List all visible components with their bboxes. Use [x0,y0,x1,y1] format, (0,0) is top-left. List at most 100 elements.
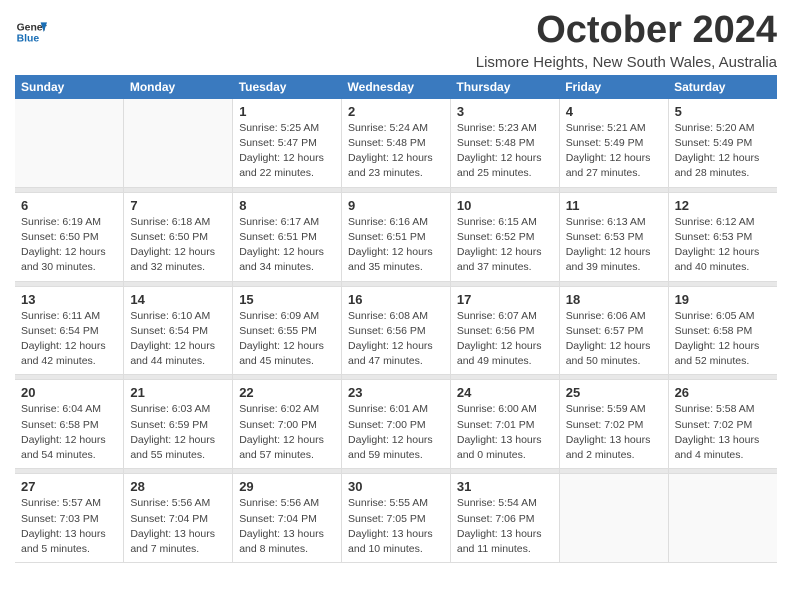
day-info: Sunrise: 5:54 AMSunset: 7:06 PMDaylight:… [457,496,553,557]
day-number: 4 [566,104,662,119]
calendar-cell: 21Sunrise: 6:03 AMSunset: 6:59 PMDayligh… [124,380,233,469]
day-header-wednesday: Wednesday [342,75,451,99]
day-number: 10 [457,198,553,213]
day-number: 2 [348,104,444,119]
svg-text:Blue: Blue [17,34,40,45]
day-info: Sunrise: 6:04 AMSunset: 6:58 PMDaylight:… [21,402,117,463]
day-header-monday: Monday [124,75,233,99]
calendar-cell: 1 Sunrise: 5:25 AMSunset: 5:47 PMDaylight… [233,99,342,187]
calendar-cell [668,474,777,563]
calendar-table: SundayMondayTuesdayWednesdayThursdayFrid… [15,75,777,563]
day-number: 25 [566,385,662,400]
calendar-cell: 5 Sunrise: 5:20 AMSunset: 5:49 PMDaylight… [668,99,777,187]
day-number: 13 [21,292,117,307]
day-number: 12 [675,198,771,213]
day-info: Sunrise: 6:15 AMSunset: 6:52 PMDaylight:… [457,215,553,276]
day-number: 22 [239,385,335,400]
calendar-cell: 4 Sunrise: 5:21 AMSunset: 5:49 PMDaylight… [559,99,668,187]
day-number: 29 [239,479,335,494]
calendar-cell: 3 Sunrise: 5:23 AMSunset: 5:48 PMDaylight… [450,99,559,187]
day-info: Sunrise: 6:08 AMSunset: 6:56 PMDaylight:… [348,309,444,370]
calendar-cell: 27Sunrise: 5:57 AMSunset: 7:03 PMDayligh… [15,474,124,563]
day-number: 8 [239,198,335,213]
day-info: Sunrise: 5:25 AMSunset: 5:47 PMDaylight:… [239,121,335,182]
calendar-cell: 11Sunrise: 6:13 AMSunset: 6:53 PMDayligh… [559,192,668,281]
calendar-cell: 10 Sunrise: 6:15 AMSunset: 6:52 PMDayligh… [450,192,559,281]
day-number: 28 [130,479,226,494]
day-info: Sunrise: 6:19 AMSunset: 6:50 PMDaylight:… [21,215,117,276]
day-number: 3 [457,104,553,119]
day-number: 15 [239,292,335,307]
day-info: Sunrise: 6:00 AMSunset: 7:01 PMDaylight:… [457,402,553,463]
calendar-cell: 29Sunrise: 5:56 AMSunset: 7:04 PMDayligh… [233,474,342,563]
calendar-cell: 30Sunrise: 5:55 AMSunset: 7:05 PMDayligh… [342,474,451,563]
day-info: Sunrise: 6:10 AMSunset: 6:54 PMDaylight:… [130,309,226,370]
day-info: Sunrise: 5:59 AMSunset: 7:02 PMDaylight:… [566,402,662,463]
month-title: October 2024 [476,10,777,52]
day-info: Sunrise: 6:09 AMSunset: 6:55 PMDaylight:… [239,309,335,370]
calendar-cell: 7 Sunrise: 6:18 AMSunset: 6:50 PMDaylight… [124,192,233,281]
calendar-week-3: 13 Sunrise: 6:11 AMSunset: 6:54 PMDayligh… [15,286,777,375]
logo-icon: General Blue [15,16,47,48]
day-header-sunday: Sunday [15,75,124,99]
header: General Blue October 2024 Lismore Height… [15,10,777,71]
day-info: Sunrise: 6:17 AMSunset: 6:51 PMDaylight:… [239,215,335,276]
day-info: Sunrise: 6:12 AMSunset: 6:53 PMDaylight:… [675,215,771,276]
calendar-cell: 6Sunrise: 6:19 AMSunset: 6:50 PMDaylight… [15,192,124,281]
day-header-friday: Friday [559,75,668,99]
day-info: Sunrise: 6:07 AMSunset: 6:56 PMDaylight:… [457,309,553,370]
calendar-cell: 2 Sunrise: 5:24 AMSunset: 5:48 PMDaylight… [342,99,451,187]
day-number: 7 [130,198,226,213]
day-number: 27 [21,479,117,494]
title-area: October 2024 Lismore Heights, New South … [476,10,777,71]
calendar-cell: 18 Sunrise: 6:06 AMSunset: 6:57 PMDayligh… [559,286,668,375]
calendar-cell: 20Sunrise: 6:04 AMSunset: 6:58 PMDayligh… [15,380,124,469]
day-info: Sunrise: 6:01 AMSunset: 7:00 PMDaylight:… [348,402,444,463]
day-info: Sunrise: 6:02 AMSunset: 7:00 PMDaylight:… [239,402,335,463]
calendar-cell: 14 Sunrise: 6:10 AMSunset: 6:54 PMDayligh… [124,286,233,375]
calendar-cell: 26Sunrise: 5:58 AMSunset: 7:02 PMDayligh… [668,380,777,469]
day-info: Sunrise: 6:11 AMSunset: 6:54 PMDaylight:… [21,309,117,370]
day-info: Sunrise: 6:06 AMSunset: 6:57 PMDaylight:… [566,309,662,370]
calendar-week-1: 1 Sunrise: 5:25 AMSunset: 5:47 PMDaylight… [15,99,777,187]
day-number: 18 [566,292,662,307]
calendar-cell [559,474,668,563]
day-info: Sunrise: 5:24 AMSunset: 5:48 PMDaylight:… [348,121,444,182]
calendar-cell: 15 Sunrise: 6:09 AMSunset: 6:55 PMDayligh… [233,286,342,375]
day-number: 21 [130,385,226,400]
day-info: Sunrise: 5:20 AMSunset: 5:49 PMDaylight:… [675,121,771,182]
day-number: 26 [675,385,771,400]
day-number: 11 [566,198,662,213]
calendar-week-5: 27Sunrise: 5:57 AMSunset: 7:03 PMDayligh… [15,474,777,563]
calendar-cell: 24 Sunrise: 6:00 AMSunset: 7:01 PMDayligh… [450,380,559,469]
calendar-cell: 16Sunrise: 6:08 AMSunset: 6:56 PMDayligh… [342,286,451,375]
day-number: 23 [348,385,444,400]
day-header-thursday: Thursday [450,75,559,99]
day-info: Sunrise: 5:23 AMSunset: 5:48 PMDaylight:… [457,121,553,182]
day-info: Sunrise: 5:21 AMSunset: 5:49 PMDaylight:… [566,121,662,182]
calendar-cell [124,99,233,187]
calendar-cell: 28Sunrise: 5:56 AMSunset: 7:04 PMDayligh… [124,474,233,563]
day-header-tuesday: Tuesday [233,75,342,99]
day-number: 17 [457,292,553,307]
day-number: 1 [239,104,335,119]
calendar-cell: 13 Sunrise: 6:11 AMSunset: 6:54 PMDayligh… [15,286,124,375]
calendar-cell: 22 Sunrise: 6:02 AMSunset: 7:00 PMDayligh… [233,380,342,469]
day-info: Sunrise: 5:55 AMSunset: 7:05 PMDaylight:… [348,496,444,557]
day-number: 31 [457,479,553,494]
calendar-cell [15,99,124,187]
day-header-saturday: Saturday [668,75,777,99]
calendar-cell: 31 Sunrise: 5:54 AMSunset: 7:06 PMDayligh… [450,474,559,563]
day-info: Sunrise: 6:05 AMSunset: 6:58 PMDaylight:… [675,309,771,370]
calendar-cell: 12 Sunrise: 6:12 AMSunset: 6:53 PMDayligh… [668,192,777,281]
day-number: 14 [130,292,226,307]
calendar-cell: 8 Sunrise: 6:17 AMSunset: 6:51 PMDaylight… [233,192,342,281]
day-number: 24 [457,385,553,400]
day-number: 5 [675,104,771,119]
calendar-cell: 23 Sunrise: 6:01 AMSunset: 7:00 PMDayligh… [342,380,451,469]
calendar-cell: 19 Sunrise: 6:05 AMSunset: 6:58 PMDayligh… [668,286,777,375]
day-number: 19 [675,292,771,307]
day-number: 9 [348,198,444,213]
calendar-week-4: 20Sunrise: 6:04 AMSunset: 6:58 PMDayligh… [15,380,777,469]
day-info: Sunrise: 6:18 AMSunset: 6:50 PMDaylight:… [130,215,226,276]
